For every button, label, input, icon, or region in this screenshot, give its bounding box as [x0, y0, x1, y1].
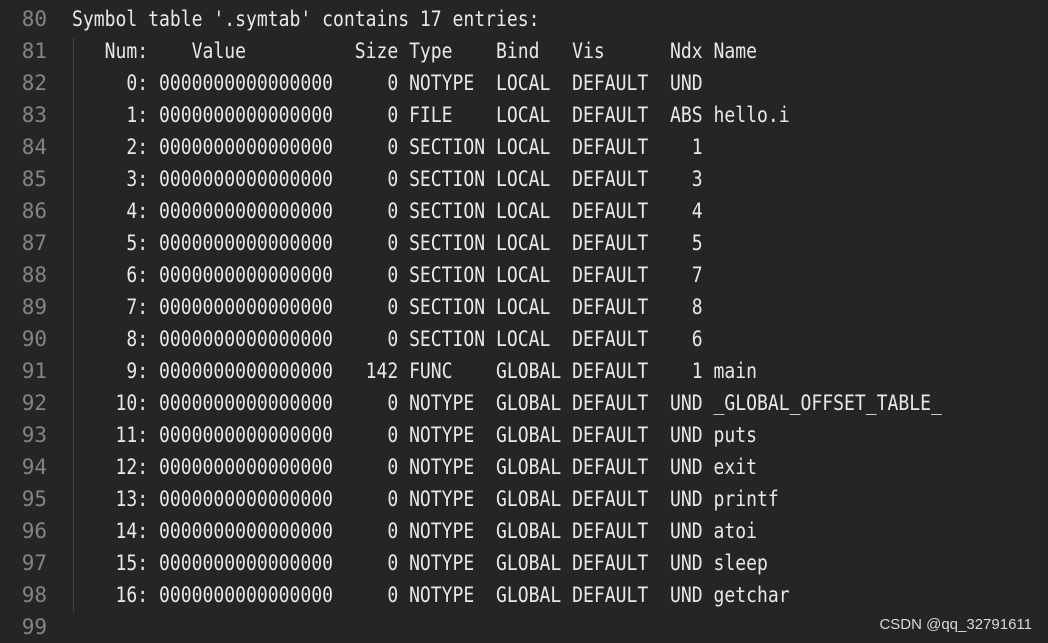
code-text[interactable]: 9: 0000000000000000 142 FUNC GLOBAL DEFA… [72, 355, 757, 387]
code-line[interactable]: 94 12: 0000000000000000 0 NOTYPE GLOBAL … [0, 451, 1048, 483]
line-number: 98 [21, 583, 47, 607]
code-text[interactable]: 10: 0000000000000000 0 NOTYPE GLOBAL DEF… [72, 387, 941, 419]
code-line[interactable]: 88 6: 0000000000000000 0 SECTION LOCAL D… [0, 259, 1048, 291]
code-text[interactable]: 16: 0000000000000000 0 NOTYPE GLOBAL DEF… [72, 579, 789, 611]
line-number: 80 [21, 7, 47, 31]
line-number: 96 [21, 519, 47, 543]
line-number: 91 [21, 359, 47, 383]
code-editor[interactable]: 80 Symbol table '.symtab' contains 17 en… [0, 3, 1048, 643]
line-number: 87 [21, 231, 47, 255]
code-line[interactable]: 91 9: 0000000000000000 142 FUNC GLOBAL D… [0, 355, 1048, 387]
code-line[interactable]: 96 14: 0000000000000000 0 NOTYPE GLOBAL … [0, 515, 1048, 547]
code-text[interactable]: 15: 0000000000000000 0 NOTYPE GLOBAL DEF… [72, 547, 767, 579]
code-text[interactable]: 12: 0000000000000000 0 NOTYPE GLOBAL DEF… [72, 451, 757, 483]
code-line[interactable]: 87 5: 0000000000000000 0 SECTION LOCAL D… [0, 227, 1048, 259]
code-line[interactable]: 89 7: 0000000000000000 0 SECTION LOCAL D… [0, 291, 1048, 323]
line-number: 85 [21, 167, 47, 191]
code-line[interactable]: 98 16: 0000000000000000 0 NOTYPE GLOBAL … [0, 579, 1048, 611]
code-line[interactable]: 83 1: 0000000000000000 0 FILE LOCAL DEFA… [0, 99, 1048, 131]
code-text[interactable]: 4: 0000000000000000 0 SECTION LOCAL DEFA… [72, 195, 702, 227]
line-number: 81 [21, 39, 47, 63]
code-line[interactable]: 95 13: 0000000000000000 0 NOTYPE GLOBAL … [0, 483, 1048, 515]
code-line[interactable]: 85 3: 0000000000000000 0 SECTION LOCAL D… [0, 163, 1048, 195]
code-text[interactable]: 13: 0000000000000000 0 NOTYPE GLOBAL DEF… [72, 483, 778, 515]
line-number: 93 [21, 423, 47, 447]
code-text[interactable]: 3: 0000000000000000 0 SECTION LOCAL DEFA… [72, 163, 702, 195]
code-line[interactable]: 84 2: 0000000000000000 0 SECTION LOCAL D… [0, 131, 1048, 163]
code-text[interactable]: 5: 0000000000000000 0 SECTION LOCAL DEFA… [72, 227, 702, 259]
code-text[interactable]: 2: 0000000000000000 0 SECTION LOCAL DEFA… [72, 131, 702, 163]
code-line[interactable]: 92 10: 0000000000000000 0 NOTYPE GLOBAL … [0, 387, 1048, 419]
line-number: 99 [21, 615, 47, 639]
code-line[interactable]: 90 8: 0000000000000000 0 SECTION LOCAL D… [0, 323, 1048, 355]
watermark: CSDN @qq_32791611 [879, 616, 1032, 633]
code-text[interactable]: 0: 0000000000000000 0 NOTYPE LOCAL DEFAU… [72, 67, 702, 99]
line-number: 84 [21, 135, 47, 159]
line-number: 92 [21, 391, 47, 415]
code-line[interactable]: 97 15: 0000000000000000 0 NOTYPE GLOBAL … [0, 547, 1048, 579]
code-text[interactable]: Num: Value Size Type Bind Vis Ndx Name [72, 35, 757, 67]
code-text[interactable]: 14: 0000000000000000 0 NOTYPE GLOBAL DEF… [72, 515, 757, 547]
line-number: 89 [21, 295, 47, 319]
code-text[interactable]: 8: 0000000000000000 0 SECTION LOCAL DEFA… [72, 323, 702, 355]
line-number: 86 [21, 199, 47, 223]
code-text[interactable]: 11: 0000000000000000 0 NOTYPE GLOBAL DEF… [72, 419, 757, 451]
line-number: 90 [21, 327, 47, 351]
code-text[interactable]: Symbol table '.symtab' contains 17 entri… [72, 3, 540, 35]
code-line[interactable]: 93 11: 0000000000000000 0 NOTYPE GLOBAL … [0, 419, 1048, 451]
code-line[interactable]: 80 Symbol table '.symtab' contains 17 en… [0, 3, 1048, 35]
code-line[interactable]: 82 0: 0000000000000000 0 NOTYPE LOCAL DE… [0, 67, 1048, 99]
code-line[interactable]: 81 Num: Value Size Type Bind Vis Ndx Nam… [0, 35, 1048, 67]
code-text[interactable]: 1: 0000000000000000 0 FILE LOCAL DEFAULT… [72, 99, 789, 131]
code-text[interactable]: 6: 0000000000000000 0 SECTION LOCAL DEFA… [72, 259, 702, 291]
line-number: 94 [21, 455, 47, 479]
line-number: 95 [21, 487, 47, 511]
line-number: 88 [21, 263, 47, 287]
code-line[interactable]: 86 4: 0000000000000000 0 SECTION LOCAL D… [0, 195, 1048, 227]
code-text[interactable]: 7: 0000000000000000 0 SECTION LOCAL DEFA… [72, 291, 702, 323]
line-number: 82 [21, 71, 47, 95]
line-number: 83 [21, 103, 47, 127]
line-number: 97 [21, 551, 47, 575]
